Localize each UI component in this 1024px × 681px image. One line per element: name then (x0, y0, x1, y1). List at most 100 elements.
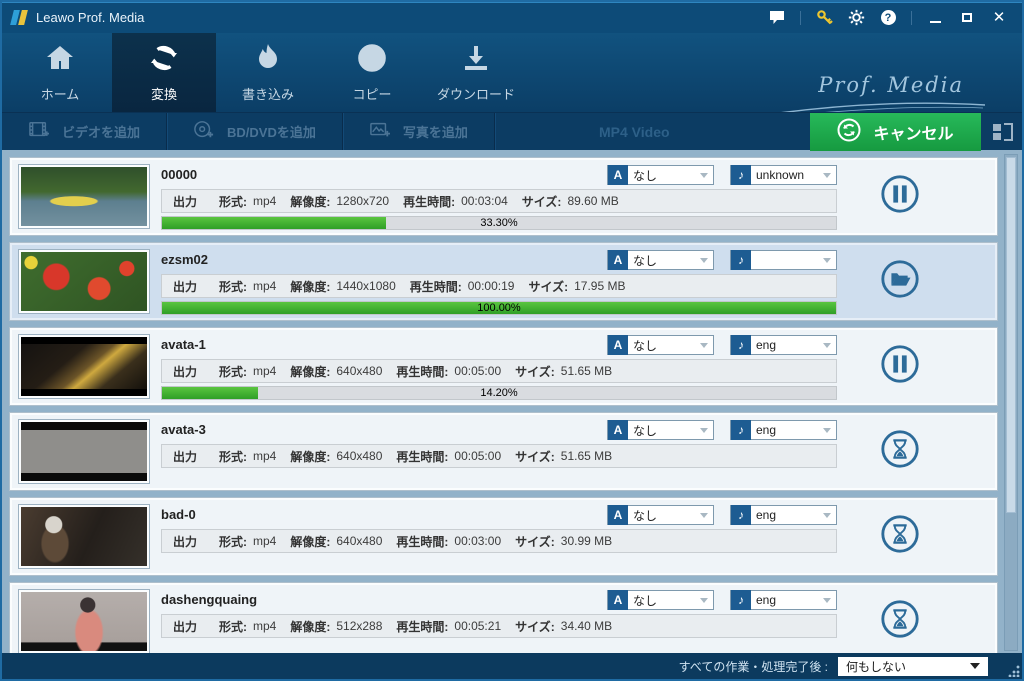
progress-bar: 33.30% (161, 216, 837, 230)
scrollbar-thumb[interactable] (1006, 157, 1016, 514)
video-thumbnail (18, 504, 150, 569)
size-label: サイズ: (521, 194, 562, 209)
settings-gear-icon[interactable] (843, 8, 869, 28)
pause-button[interactable] (879, 173, 921, 220)
duration-value: 00:05:21 (454, 619, 502, 633)
audio-select[interactable]: ♪ (730, 250, 837, 270)
download-icon (460, 42, 492, 77)
size-value: 89.60 MB (567, 194, 619, 208)
progress-percent: 14.20% (480, 387, 518, 399)
task-row[interactable]: avata-1 A なし ♪ eng 出力 形式: mp4 解像度: 640x4… (9, 327, 998, 406)
video-thumbnail (18, 589, 150, 653)
file-name: dashengquaing (161, 592, 258, 607)
task-row[interactable]: ezsm02 A なし ♪ 出力 形式: mp4 解像度: 1440x1080 … (9, 242, 998, 321)
progress-percent: 100.00% (477, 302, 521, 314)
duration-value: 00:03:00 (454, 534, 502, 548)
size-label: サイズ: (528, 279, 569, 294)
task-row[interactable]: dashengquaing A なし ♪ eng 出力 形式: mp4 解像度:… (9, 582, 998, 653)
subtitle-select[interactable]: A なし (607, 420, 714, 440)
duration-value: 00:03:04 (461, 194, 508, 208)
duration-label: 再生時間: (396, 364, 449, 379)
output-label: 出力 (173, 364, 198, 379)
minimize-button[interactable] (922, 8, 948, 28)
subtitle-value: なし (633, 338, 658, 353)
audio-value: eng (756, 338, 777, 352)
audio-note-icon: ♪ (731, 250, 751, 270)
subtitle-icon: A (608, 335, 628, 355)
output-profile-label: MP4 Video (599, 124, 670, 140)
add-video-button[interactable]: ビデオを追加 (2, 113, 166, 150)
add-photo-button[interactable]: 写真を追加 (343, 113, 494, 150)
subtitle-select[interactable]: A なし (607, 590, 714, 610)
subtitle-value: なし (633, 508, 658, 523)
titlebar: Leawo Prof. Media ? ✕ (2, 2, 1022, 33)
duration-label: 再生時間: (396, 619, 449, 634)
tab-convert[interactable]: 変換 (112, 33, 216, 112)
task-row[interactable]: avata-3 A なし ♪ eng 出力 形式: mp4 解像度: 640x4… (9, 412, 998, 491)
tab-burn[interactable]: 書き込み (216, 33, 320, 112)
audio-note-icon: ♪ (731, 505, 751, 525)
video-thumbnail (18, 334, 150, 399)
tab-download[interactable]: ダウンロード (424, 33, 528, 112)
format-value: mp4 (253, 534, 277, 548)
audio-select[interactable]: ♪ unknown (730, 165, 837, 185)
duration-label: 再生時間: (403, 194, 456, 209)
panel-toggle-icon[interactable] (990, 120, 1016, 144)
subtitle-select[interactable]: A なし (607, 250, 714, 270)
photo-add-icon (369, 120, 391, 143)
add-bd-dvd-label: BD/DVDを追加 (227, 125, 316, 140)
feedback-icon[interactable] (764, 8, 790, 28)
disc-icon (356, 42, 388, 77)
open-folder-button[interactable] (879, 258, 921, 305)
help-icon[interactable]: ? (875, 8, 901, 28)
audio-value: unknown (756, 168, 805, 182)
chevron-down-icon (823, 512, 831, 518)
task-row[interactable]: 00000 A なし ♪ unknown 出力 形式: mp4 解像度: 128… (9, 157, 998, 236)
output-info-bar: 出力 形式: mp4 解像度: 1440x1080 再生時間: 00:00:19 サイ… (161, 274, 837, 298)
register-key-icon[interactable] (811, 8, 837, 28)
audio-select[interactable]: ♪ eng (730, 420, 837, 440)
cancel-button[interactable]: キャンセル (810, 113, 981, 151)
maximize-button[interactable] (954, 8, 980, 28)
chevron-down-icon (700, 512, 708, 518)
audio-value: eng (756, 423, 777, 437)
subtitle-select[interactable]: A なし (607, 165, 714, 185)
size-value: 17.95 MB (574, 279, 626, 293)
format-label: 形式: (219, 619, 248, 634)
audio-select[interactable]: ♪ eng (730, 590, 837, 610)
after-task-label: すべての作業・処理完了後 : (678, 659, 828, 674)
audio-select[interactable]: ♪ eng (730, 505, 837, 525)
duration-value: 00:05:00 (454, 449, 502, 463)
format-value: mp4 (253, 364, 277, 378)
chevron-down-icon (970, 663, 980, 669)
flame-icon (252, 42, 284, 77)
output-label: 出力 (173, 194, 198, 209)
audio-select[interactable]: ♪ eng (730, 335, 837, 355)
window-title: Leawo Prof. Media (36, 10, 145, 25)
add-bd-dvd-button[interactable]: BD/DVDを追加 (167, 113, 342, 150)
chevron-down-icon (823, 597, 831, 603)
after-task-select[interactable]: 何もしない (838, 656, 988, 676)
tab-copy[interactable]: コピー (320, 33, 424, 112)
subtitle-select[interactable]: A なし (607, 335, 714, 355)
resize-grip[interactable] (1008, 665, 1020, 677)
disc-add-icon (193, 120, 215, 143)
chevron-down-icon (823, 427, 831, 433)
task-row[interactable]: bad-0 A なし ♪ eng 出力 形式: mp4 解像度: 640x480… (9, 497, 998, 576)
subtitle-select[interactable]: A なし (607, 505, 714, 525)
waiting-hourglass-icon (879, 428, 921, 475)
video-thumbnail (18, 164, 150, 229)
pause-button[interactable] (879, 343, 921, 390)
format-value: mp4 (253, 194, 277, 208)
format-value: mp4 (253, 449, 277, 463)
tab-home[interactable]: ホーム (8, 33, 112, 112)
output-info-bar: 出力 形式: mp4 解像度: 640x480 再生時間: 00:05:00 サイズ:… (161, 444, 837, 468)
output-info-bar: 出力 形式: mp4 解像度: 640x480 再生時間: 00:03:00 サイズ:… (161, 529, 837, 553)
chevron-down-icon (700, 597, 708, 603)
vertical-scrollbar[interactable] (1004, 154, 1018, 651)
close-button[interactable]: ✕ (986, 8, 1012, 28)
video-thumbnail (18, 419, 150, 484)
duration-label: 再生時間: (396, 534, 449, 549)
format-value: mp4 (253, 279, 277, 293)
tab-label: 変換 (150, 87, 177, 102)
